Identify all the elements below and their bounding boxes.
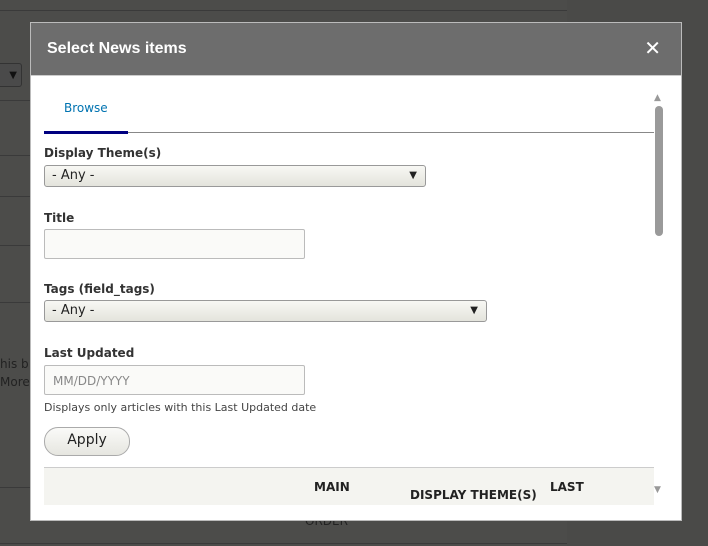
column-header-main[interactable]: MAIN [314,480,350,494]
scroll-down-icon[interactable]: ▼ [654,485,661,495]
divider [0,543,567,544]
background-select: ▼ [0,63,22,87]
apply-button[interactable]: Apply [44,427,130,456]
close-icon[interactable]: ✕ [644,36,661,60]
chevron-down-icon: ▼ [470,305,478,316]
tags-select[interactable]: - Any - ▼ [44,300,487,322]
dialog-title: Select News items [47,40,187,57]
scroll-up-icon[interactable]: ▲ [654,93,661,103]
last-updated-label: Last Updated [44,346,135,360]
chevron-down-icon: ▼ [409,170,417,181]
scrollbar-thumb[interactable] [655,106,663,236]
column-header-display-theme[interactable]: DISPLAY THEME(S) [410,488,537,502]
divider [0,10,567,11]
tab-label: Browse [64,101,108,115]
title-input[interactable] [44,229,305,259]
dialog-content: Browse Display Theme(s) - Any - ▼ Title T… [44,75,654,505]
select-value: - Any - [52,303,95,318]
display-theme-select[interactable]: - Any - ▼ [44,165,426,187]
background-text: More [0,375,30,389]
tab-browse[interactable]: Browse [44,75,128,134]
last-updated-input[interactable]: MM/DD/YYYY [44,365,305,395]
tags-label: Tags (field_tags) [44,282,155,296]
scrollbar[interactable]: ▲ ▼ [654,93,664,498]
column-header-last[interactable]: LAST [550,480,584,494]
select-news-dialog: Select News items ✕ Browse Display Theme… [30,22,682,521]
tab-bar: Browse [44,75,654,134]
results-table-header: MAIN DISPLAY THEME(S) LAST [44,467,654,505]
background-text: his b [0,357,29,371]
select-value: - Any - [52,168,95,183]
dialog-titlebar: Select News items ✕ [31,23,681,76]
last-updated-description: Displays only articles with this Last Up… [44,401,317,414]
title-label: Title [44,211,75,225]
display-theme-label: Display Theme(s) [44,146,162,160]
